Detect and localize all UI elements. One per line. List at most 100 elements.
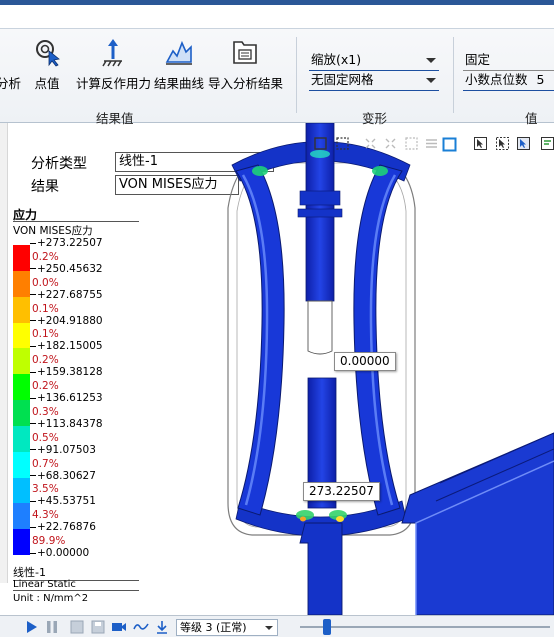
legend-value-label: +91.07503 <box>30 444 140 456</box>
legend-percent-label: 0.1% <box>32 328 59 341</box>
result-curve-button-label: 结果曲线 <box>154 76 205 91</box>
select-window-icon[interactable] <box>336 137 349 150</box>
reaction-force-icon <box>102 39 122 67</box>
value-mode-select[interactable]: 固定 <box>463 51 554 71</box>
deform-mode-value: 无固定网格 <box>311 72 374 87</box>
ribbon: 分析 点值 计算反作用力 结果曲线 导入分析结果 结果值 缩放(x1) 无固定网… <box>0 28 554 126</box>
import-result-button-label: 导入分析结果 <box>208 76 284 91</box>
legend-percent-label: 0.5% <box>32 431 59 444</box>
decimal-places-value: 5 <box>536 72 545 87</box>
pause-icon[interactable] <box>46 620 58 634</box>
legend-color-segment <box>13 451 30 478</box>
legend-color-segment <box>13 322 30 349</box>
ribbon-separator <box>296 37 297 113</box>
legend-color-segment <box>13 296 30 323</box>
legend-color-segment <box>13 270 30 298</box>
model-viewport[interactable]: 0.00000 273.22507 <box>140 122 554 616</box>
legend-value-label: +136.61253 <box>30 392 140 404</box>
legend-color-segment <box>13 245 30 272</box>
quality-level-select[interactable]: 等级 3 (正常) <box>176 619 278 636</box>
probe-value-button-label: 点值 <box>34 76 60 91</box>
reaction-force-button[interactable]: 计算反作用力 <box>76 37 152 97</box>
probe-label-max: 273.22507 <box>303 482 380 501</box>
legend-percent-label: 0.2% <box>32 250 59 263</box>
probe-value-button[interactable]: 点值 <box>30 37 64 97</box>
import-result-button[interactable]: 导入分析结果 <box>208 37 284 97</box>
legend-color-bar <box>13 245 30 556</box>
legend-value-label: +204.91880 <box>30 315 140 327</box>
import-result-icon <box>233 41 257 64</box>
value-mode-value: 固定 <box>465 52 491 67</box>
play-icon[interactable] <box>26 620 38 634</box>
title-bar <box>0 0 554 28</box>
analysis-type-label: 分析类型 <box>31 156 87 172</box>
animation-toolbar: 等级 3 (正常) <box>0 615 554 637</box>
quality-level-value: 等级 3 (正常) <box>180 621 247 634</box>
crossing-select-icon[interactable] <box>517 137 530 150</box>
legend-percent-label: 0.7% <box>32 457 59 470</box>
wave-icon[interactable] <box>133 620 149 634</box>
legend-unit: Unit : N/mm^2 <box>13 593 89 604</box>
deform-scale-select[interactable]: 缩放(x1) <box>309 51 439 71</box>
decimal-places-label: 小数点位数 <box>465 72 528 87</box>
legend-color-segment <box>13 503 30 530</box>
reaction-force-button-label: 计算反作用力 <box>76 76 152 91</box>
ribbon-separator <box>453 37 454 113</box>
probe-label-min: 0.00000 <box>334 352 396 371</box>
highlight-box-icon[interactable] <box>442 137 457 152</box>
pointer-select-icon[interactable] <box>474 137 487 150</box>
legend-percent-label: 3.5% <box>32 483 59 496</box>
group-label-results: 结果值 <box>96 111 134 126</box>
analysis-button-label: 分析 <box>0 76 22 91</box>
animation-slider-thumb[interactable] <box>323 619 331 635</box>
legend-value-label: +22.76876 <box>30 521 140 533</box>
animation-slider-track[interactable] <box>300 626 550 628</box>
legend-color-segment <box>13 529 30 556</box>
legend-value-label: +159.38128 <box>30 366 140 378</box>
deform-scale-value: 缩放(x1) <box>311 52 362 67</box>
legend-value-label: +68.30627 <box>30 470 140 482</box>
window-select-icon[interactable] <box>496 137 509 150</box>
legend-value-label: +250.45632 <box>30 263 140 275</box>
legend-percent-label: 4.3% <box>32 509 59 522</box>
legend-value-label: +113.84378 <box>30 418 140 430</box>
legend-subtitle: VON MISES应力 <box>13 221 139 238</box>
legend-color-segment <box>13 348 30 375</box>
left-panel-edge <box>0 123 8 583</box>
chevron-down-icon <box>265 626 273 630</box>
select-nodes-icon[interactable] <box>364 137 377 150</box>
save-animation-icon[interactable] <box>91 620 105 634</box>
legend-analysis-type: Linear Static <box>13 579 139 591</box>
decimal-places-field[interactable]: 小数点位数 5 <box>463 71 554 91</box>
record-video-icon[interactable] <box>111 620 127 634</box>
legend-color-segment <box>13 374 30 401</box>
result-curve-button[interactable]: 结果曲线 <box>154 37 204 97</box>
legend-color-segment <box>13 425 30 453</box>
analysis-icon <box>0 37 26 67</box>
select-box-icon[interactable] <box>314 137 327 150</box>
filter-icon[interactable] <box>541 137 554 150</box>
legend-value-label: +45.53751 <box>30 495 140 507</box>
result-curve-icon <box>165 40 192 65</box>
save-frame-icon[interactable] <box>70 620 84 634</box>
legend-percent-label: 0.0% <box>32 276 59 289</box>
legend-percent-label: 89.9% <box>32 535 66 548</box>
title-bar-accent <box>0 0 554 5</box>
legend-percent-label: 0.2% <box>32 354 59 367</box>
legend-percent-label: 0.1% <box>32 302 59 315</box>
probe-icon <box>36 40 60 67</box>
legend-value-label: +0.00000 <box>30 547 140 559</box>
legend-value-label: +273.22507 <box>30 237 140 249</box>
legend-value-label: +182.15005 <box>30 340 140 352</box>
select-faces-icon[interactable] <box>405 137 418 150</box>
legend-color-segment <box>13 400 30 427</box>
analysis-button[interactable]: 分析 <box>0 37 22 97</box>
step-down-icon[interactable] <box>155 620 169 634</box>
deform-mode-select[interactable]: 无固定网格 <box>309 71 439 91</box>
select-elements-icon[interactable] <box>384 137 397 150</box>
legend-color-segment <box>13 477 30 504</box>
legend-percent-label: 0.2% <box>32 380 59 393</box>
legend-percent-label: 0.3% <box>32 405 59 418</box>
chevron-down-icon <box>426 78 436 83</box>
select-edges-icon[interactable] <box>425 137 438 150</box>
